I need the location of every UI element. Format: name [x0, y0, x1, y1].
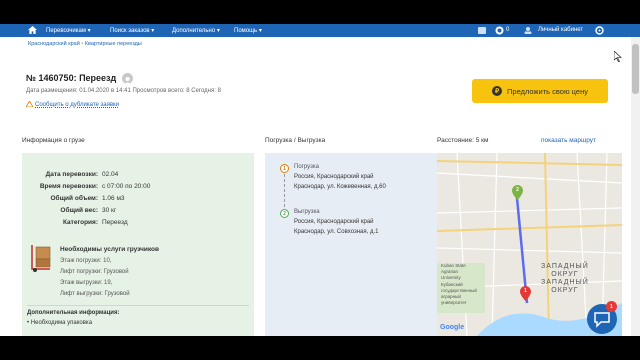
cargo-row-label: Категория: — [63, 219, 98, 226]
coin-icon[interactable] — [495, 26, 504, 35]
breadcrumb: Краснодарский край • Квартирные переезды — [28, 41, 142, 47]
district-label: ЗАПАДНЫЙ ОКРУГ ЗАПАДНЫЙ ОКРУГ — [541, 263, 589, 295]
balance-count: 0 — [506, 27, 510, 33]
cargo-section-title: Информация о грузе — [22, 137, 85, 144]
unloading-title: Выгрузка — [294, 209, 320, 215]
cargo-row-value: 30 кг — [102, 207, 117, 214]
breadcrumb-category[interactable]: Квартирные переезды — [85, 41, 142, 47]
origin-pin-label: 1 — [524, 288, 527, 294]
route-section-title: Погрузка / Выгрузка — [265, 137, 326, 144]
divider — [27, 305, 249, 306]
destination-pin-label: 2 — [516, 187, 519, 193]
map-label: университет — [441, 300, 467, 305]
map-label: аграрный — [441, 294, 461, 299]
cargo-row-label: Время перевозки: — [39, 183, 98, 190]
service-line: Лифт выгрузки: Грузовой — [60, 291, 130, 297]
offer-price-label: Предложить свою цену — [507, 86, 588, 96]
route-panel: 1 2 Погрузка Россия, Краснодарский край … — [265, 153, 437, 336]
cargo-row-label: Дата перевозки: — [45, 171, 98, 178]
map-label: Кубанский — [441, 282, 463, 287]
breadcrumb-region[interactable]: Краснодарский край — [28, 41, 80, 47]
district-line: ОКРУГ — [551, 287, 579, 294]
map-label: University — [441, 275, 461, 280]
district-line: ЗАПАДНЫЙ — [541, 279, 589, 286]
home-icon[interactable] — [28, 26, 37, 34]
unloading-address: Россия, Краснодарский край — [294, 219, 374, 225]
cargo-row-label: Общий объем: — [50, 195, 99, 202]
map-label: Agrarian — [441, 269, 459, 274]
page-title: № 1460750: Переезд — [26, 73, 117, 83]
loading-title: Погрузка — [294, 164, 319, 170]
offer-price-button[interactable]: ₽ Предложить свою цену — [472, 79, 608, 103]
distance-label: Расстояние: 5 км — [437, 137, 489, 144]
service-line: Этаж выгрузки: 19, — [60, 280, 113, 286]
cargo-row-value: с 07:00 по 20:00 — [102, 183, 151, 190]
mouse-cursor-icon — [614, 51, 622, 62]
loaders-title: Необходимы услуги грузчиков — [60, 246, 160, 253]
mover-box-icon — [31, 245, 51, 272]
stop-badge-unloading: 2 — [280, 209, 289, 218]
account-link[interactable]: Личный кабинет — [538, 27, 583, 33]
nav-carriers[interactable]: Перевозчикам ▾ — [46, 27, 91, 34]
loading-address: Россия, Краснодарский край — [294, 174, 374, 180]
top-navigation: Перевозчикам ▾ Поиск заказов ▾ Дополните… — [0, 24, 640, 37]
route-connector — [284, 174, 285, 207]
unloading-address: Краснодар, ул. Совхозная, д.1 — [294, 229, 379, 235]
loading-address: Краснодар, ул. Кожевенная, д.60 — [294, 184, 386, 190]
cargo-row-value: 02.04 — [102, 171, 119, 178]
map-label: государственный — [441, 288, 477, 293]
browser-viewport: Перевозчикам ▾ Поиск заказов ▾ Дополните… — [0, 24, 640, 336]
map-label: Kuban State — [441, 263, 466, 268]
user-icon[interactable] — [524, 27, 532, 34]
nav-help[interactable]: Помощь ▾ — [234, 27, 262, 34]
service-line: Этаж погрузки: 10, — [60, 258, 112, 264]
avatar[interactable] — [122, 73, 133, 85]
order-meta: Дата размещения: 01.04.2020 в 14:41 Прос… — [26, 88, 221, 94]
cargo-panel: Дата перевозки: 02.04 Время перевозки: с… — [22, 153, 254, 336]
additional-info-title: Дополнительная информация: — [27, 310, 120, 316]
cargo-row-label: Общий вес: — [60, 207, 98, 214]
messages-icon[interactable] — [478, 27, 486, 34]
service-line: Лифт погрузки: Грузовой — [60, 269, 129, 275]
report-duplicate-text[interactable]: Сообщить о дубликате заявки — [35, 102, 119, 108]
additional-info-item: • Необходима упаковка — [27, 320, 93, 326]
scrollbar-thumb[interactable] — [632, 44, 639, 94]
district-line: ЗАПАДНЫЙ — [541, 263, 589, 270]
user-silhouette-icon — [124, 77, 131, 85]
settings-icon[interactable] — [595, 26, 604, 35]
stop-badge-loading: 1 — [280, 164, 289, 173]
show-route-link[interactable]: показать маршрут — [541, 137, 596, 144]
ruble-icon: ₽ — [492, 86, 503, 96]
chat-unread-badge: 1 — [606, 301, 617, 312]
district-line: ОКРУГ — [551, 271, 579, 278]
report-duplicate-link[interactable]: Сообщить о дубликате заявки — [25, 100, 119, 108]
map-logo: Google — [440, 324, 465, 331]
cargo-row-value: 1.06 м3 — [102, 195, 125, 202]
nav-additional[interactable]: Дополнительно ▾ — [172, 27, 220, 34]
nav-search-orders[interactable]: Поиск заказов ▾ — [110, 27, 154, 34]
warning-icon — [25, 100, 34, 108]
cargo-row-value: Переезд — [102, 219, 128, 226]
